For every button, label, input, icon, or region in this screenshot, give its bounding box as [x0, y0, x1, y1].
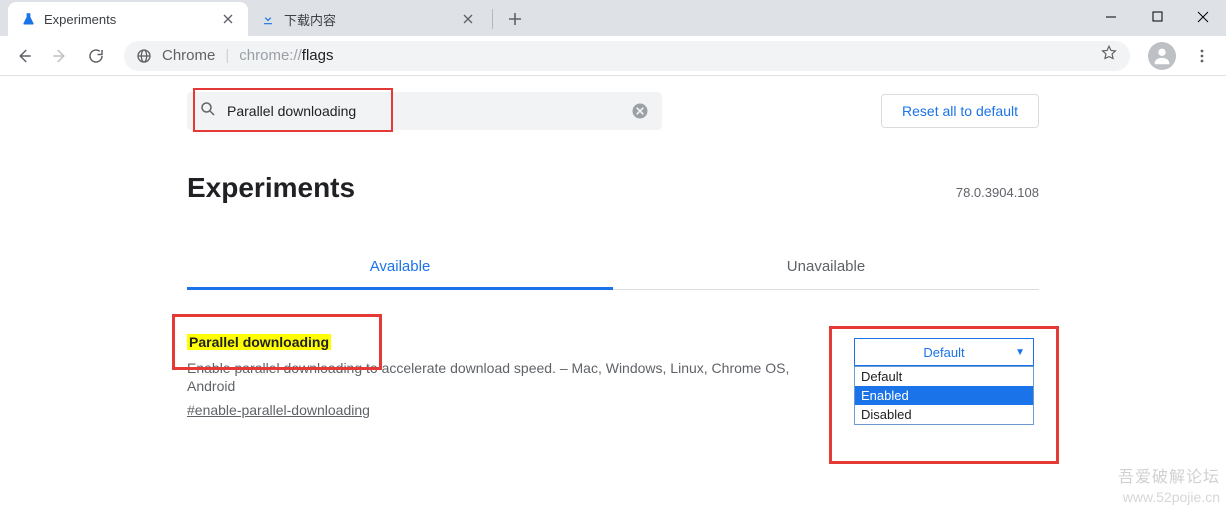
site-info-icon[interactable]: [136, 48, 152, 64]
chevron-down-icon: ▼: [1015, 347, 1025, 358]
flags-tabs: Available Unavailable: [187, 246, 1039, 290]
select-value: Default: [923, 345, 964, 360]
watermark-url: www.52pojie.cn: [1123, 489, 1220, 505]
close-icon[interactable]: [220, 11, 236, 27]
flask-icon: [20, 11, 36, 27]
watermark-text: 吾爱破解论坛: [1118, 463, 1220, 487]
address-bar[interactable]: Chrome | chrome://flags: [124, 41, 1130, 71]
maximize-button[interactable]: [1134, 0, 1180, 33]
forward-button[interactable]: [44, 40, 76, 72]
browser-tab-inactive[interactable]: 下载内容: [248, 2, 488, 36]
search-icon: [199, 100, 217, 123]
browser-menu-button[interactable]: [1186, 40, 1218, 72]
new-tab-button[interactable]: [501, 5, 529, 33]
minimize-button[interactable]: [1088, 0, 1134, 33]
clear-search-icon[interactable]: [630, 101, 650, 121]
reset-all-button[interactable]: Reset all to default: [881, 94, 1039, 128]
window-controls: [1088, 0, 1226, 33]
flags-search-input[interactable]: [225, 101, 630, 121]
experiment-title: Parallel downloading: [187, 334, 331, 350]
chrome-version: 78.0.3904.108: [956, 185, 1039, 200]
browser-tab-active[interactable]: Experiments: [8, 2, 248, 36]
flags-search-box[interactable]: [187, 92, 662, 130]
tab-separator: [492, 9, 493, 29]
experiment-item: Parallel downloading Enable parallel dow…: [187, 334, 1039, 425]
experiment-hash-link[interactable]: #enable-parallel-downloading: [187, 402, 829, 418]
bookmark-star-icon[interactable]: [1100, 44, 1118, 67]
reload-button[interactable]: [80, 40, 112, 72]
dropdown-option[interactable]: Default: [855, 367, 1033, 386]
tab-title: 下载内容: [284, 10, 452, 29]
tab-title: Experiments: [44, 12, 212, 27]
dropdown-option[interactable]: Enabled: [855, 386, 1033, 405]
browser-toolbar: Chrome | chrome://flags: [0, 36, 1226, 76]
omnibox-text: Chrome | chrome://flags: [162, 47, 333, 64]
window-close-button[interactable]: [1180, 0, 1226, 33]
tab-unavailable[interactable]: Unavailable: [613, 246, 1039, 289]
tab-available[interactable]: Available: [187, 246, 613, 289]
browser-tab-strip: Experiments 下载内容: [0, 0, 1226, 36]
dropdown-option[interactable]: Disabled: [855, 405, 1033, 424]
back-button[interactable]: [8, 40, 40, 72]
page-title: Experiments: [187, 172, 355, 204]
flags-content: Reset all to default Experiments 78.0.39…: [0, 76, 1226, 425]
profile-avatar[interactable]: [1148, 42, 1176, 70]
download-icon: [260, 11, 276, 27]
experiment-description: Enable parallel downloading to accelerat…: [187, 360, 829, 396]
close-icon[interactable]: [460, 11, 476, 27]
experiment-dropdown: Default Enabled Disabled: [854, 366, 1034, 425]
experiment-select[interactable]: Default ▼: [854, 338, 1034, 366]
